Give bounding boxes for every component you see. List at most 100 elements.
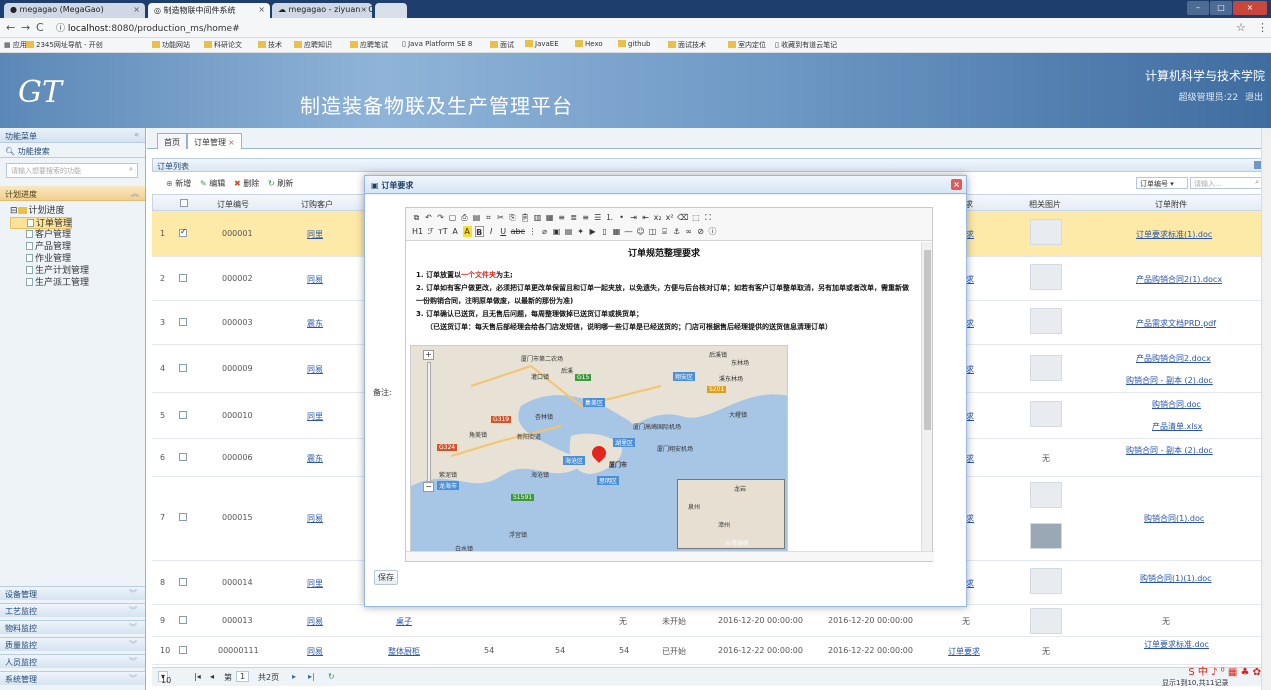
align-right-icon[interactable]: ≡ [581,212,590,223]
tree-root[interactable]: ⊟ 计划进度 [10,205,145,217]
customer-link[interactable]: 同易 [307,274,323,285]
attachment-link[interactable]: 购销合同 - 副本 (2).doc [1126,445,1213,456]
thumbnail[interactable] [1030,608,1062,634]
bullet-list-icon[interactable]: • [617,212,626,223]
sidebar-item-orders[interactable]: 订单管理 [10,217,72,229]
col-picture[interactable]: 相关图片 [1029,199,1061,210]
accordion-staff[interactable]: 人员监控 ︾ [0,654,145,668]
browser-tab-github[interactable]: ● megagao (MegaGao) × [4,3,145,18]
filter-field-select[interactable]: 订单编号 ▾ [1136,177,1188,189]
attachment-link[interactable]: 订单要求标准.doc [1144,639,1209,650]
browser-tab-active[interactable]: ◎ 制造物联中间件系统 × [148,3,270,18]
bookmark[interactable]: JavaEE [525,40,559,48]
select-all-checkbox[interactable] [180,199,188,207]
ordered-list-icon[interactable]: ⒈ [605,212,614,223]
save-button[interactable]: 保存 [374,570,398,585]
filter-search-input[interactable]: 请输入... ⌕ [1190,177,1262,189]
collapse-icon[interactable]: « [134,130,139,139]
attachment-link[interactable]: 购销合同(1)(1).doc [1140,573,1212,584]
thumbnail[interactable] [1030,308,1062,334]
table-icon[interactable]: ▦ [612,226,621,237]
map-overview[interactable]: 龙岩 泉州 漳州 台湾海峡 [677,479,785,549]
maximize-icon[interactable]: □ [1210,1,1232,15]
justify-icon[interactable]: ☰ [593,212,602,223]
map-icon[interactable]: ◫ [648,226,657,237]
browser-tab-ziyuan[interactable]: ☁ megagao - ziyuan - Co × [272,3,372,18]
heading-icon[interactable]: H1 [412,226,423,237]
thumbnail[interactable] [1030,264,1062,290]
product-link[interactable]: 桌子 [396,616,412,627]
accordion-device[interactable]: 设备管理 ︾ [0,586,145,600]
font-size-icon[interactable]: тT [438,226,448,237]
dialog-close-button[interactable]: × [951,179,962,190]
rich-text-editor[interactable]: ⧉ ↶ ↷ ▢ ⎙ ▤ ⌗ ✂ ⎘ 📋︎ ▥ ▦ ≡ ≣ ≡ ☰ ⒈ • ⇥ ⇤… [405,207,934,562]
new-tab-button[interactable] [375,3,407,18]
table-row[interactable]: 9 000013 同易 桌子 无 未开始 2016-12-20 00:00:00… [152,605,1266,637]
col-customer[interactable]: 订购客户 [301,199,333,210]
bookmark[interactable]: 技术 [258,40,282,50]
attachment-link[interactable]: 购销合同.doc [1152,399,1201,410]
sidebar-item-dispatch[interactable]: 生产派工管理 [10,277,145,289]
about-icon[interactable]: ⓘ [708,226,717,237]
attachment-link[interactable]: 产品需求文档PRD.pdf [1136,318,1216,329]
close-icon[interactable]: × [133,5,140,14]
search-icon[interactable]: ⌕ [129,165,133,174]
attachment-link[interactable]: 产品购销合同2(1).docx [1136,274,1222,285]
bookmark-apps[interactable]: ▦ 应用 [4,40,27,50]
row-checkbox[interactable] [179,646,187,654]
close-window-icon[interactable]: × [1233,1,1267,15]
superscript-icon[interactable]: x² [665,212,674,223]
fullscreen-icon[interactable]: ⛶ [703,212,712,223]
code-icon[interactable]: ⌗ [484,212,493,223]
accordion-process[interactable]: 工艺监控 ︾ [0,603,145,617]
forward-icon[interactable]: → [21,21,30,34]
font-family-icon[interactable]: ℱ [426,226,435,237]
thumbnail[interactable] [1030,355,1062,381]
map-zoom-out-icon[interactable]: − [423,482,434,492]
cut-icon[interactable]: ✂ [496,212,505,223]
italic-icon[interactable]: I [487,226,496,237]
reload-icon[interactable]: C [36,21,44,34]
bookmark[interactable]: ▯ Java Platform SE 8 [402,40,472,48]
strike-icon[interactable]: abc [511,226,525,237]
tab-home[interactable]: 首页 [157,133,187,149]
customer-link[interactable]: 同易 [307,513,323,524]
unlink-icon[interactable]: ⊘ [696,226,705,237]
row-checkbox[interactable] [179,578,187,586]
source-icon[interactable]: ⧉ [412,212,421,223]
hr-icon[interactable]: ― [624,226,633,237]
map-zoom-in-icon[interactable]: + [423,350,434,360]
highlight-icon[interactable]: A [462,226,472,237]
sidebar-item-products[interactable]: 产品管理 [10,241,145,253]
customer-link[interactable]: 震东 [307,318,323,329]
attachment-link[interactable]: 产品清单.xlsx [1152,421,1202,432]
row-checkbox[interactable] [179,616,187,624]
requirement-link[interactable]: 订单要求 [948,646,980,657]
bookmark[interactable]: github [618,40,650,48]
customer-link[interactable]: 同里 [307,578,323,589]
paste-text-icon[interactable]: ▥ [533,212,542,223]
page-scrollbar[interactable] [1261,128,1271,690]
bookmark[interactable]: 应聘知识 [294,40,332,50]
file-icon[interactable]: ▯ [600,226,609,237]
bookmark[interactable]: 室内定位 [728,40,766,50]
accordion-material[interactable]: 物料监控 ︾ [0,620,145,634]
paste-word-icon[interactable]: ▦ [545,212,554,223]
customer-link[interactable]: 同易 [307,364,323,375]
row-checkbox[interactable] [179,411,187,419]
redo-icon[interactable]: ↷ [436,212,445,223]
last-page-icon[interactable]: ▸| [308,672,315,681]
url-field[interactable]: ⓘ localhost:8080/production_ms/home# [56,21,240,34]
bookmark[interactable]: 科研论文 [204,40,242,50]
attachment-link[interactable]: 购销合同 - 副本 (2).doc [1126,375,1213,386]
refresh-icon[interactable]: ↻ [328,672,335,681]
align-left-icon[interactable]: ≡ [557,212,566,223]
edit-button[interactable]: ✎ 编辑 [200,178,225,189]
bold-icon[interactable]: B [474,226,484,237]
menu-icon[interactable]: ⋮ [1257,21,1268,34]
function-search-input[interactable]: 请输入想要搜索的功能 ⌕ [6,163,138,178]
thumbnail[interactable] [1030,568,1062,594]
star-icon[interactable]: ☆ [1236,21,1246,34]
product-link[interactable]: 整体厨柜 [388,646,420,657]
close-icon[interactable]: × [228,138,235,147]
